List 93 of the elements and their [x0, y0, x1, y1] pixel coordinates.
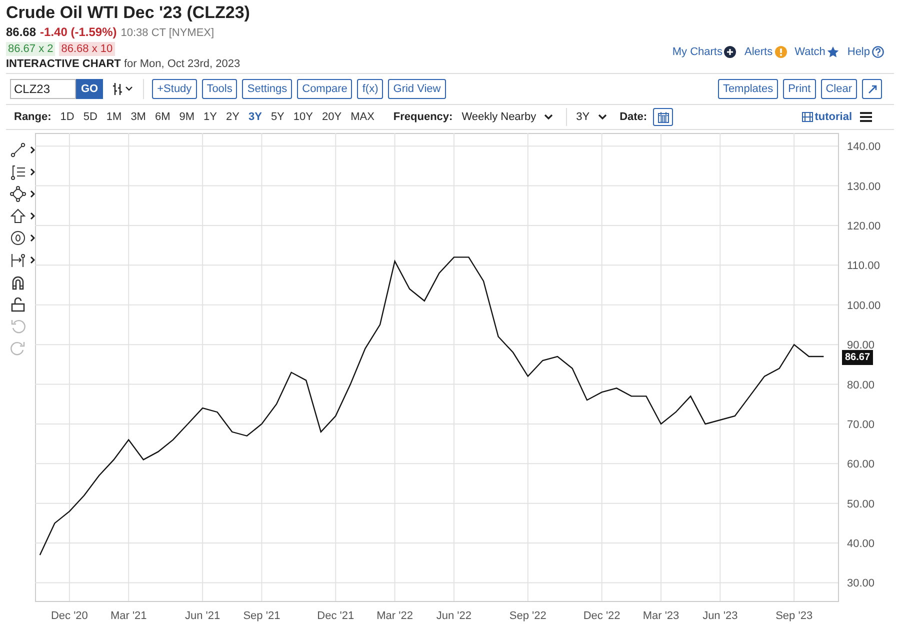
toolbar-button[interactable]: +Study — [152, 79, 197, 99]
symbol-field[interactable]: CLZ23 — [10, 79, 76, 99]
range-option[interactable]: 5D — [83, 108, 98, 126]
chevron-right-icon[interactable] — [30, 212, 35, 220]
range-option[interactable]: 1D — [60, 108, 74, 126]
toolbar-button[interactable]: Tools — [202, 79, 238, 99]
chevron-right-icon[interactable] — [30, 168, 35, 176]
calendar-icon — [658, 112, 669, 122]
axis-label: 60.00 — [847, 458, 875, 471]
calendar-button[interactable] — [653, 108, 674, 126]
price-tag: 86.67 — [842, 350, 874, 366]
toolbar-button[interactable]: Grid View — [388, 79, 446, 99]
chevron-right-icon[interactable] — [30, 146, 35, 154]
axis-label: 120.00 — [847, 220, 881, 232]
alert-icon — [774, 46, 787, 58]
expand-button[interactable] — [862, 79, 882, 99]
star-icon — [827, 46, 840, 58]
axis-label: Mar '21 — [110, 610, 147, 622]
expand-icon — [868, 84, 876, 94]
axis-label: Sep '22 — [509, 610, 546, 622]
fibonacci-tool-icon[interactable] — [10, 164, 26, 180]
axis-label: 100.00 — [847, 300, 881, 312]
axis-label: Dec '22 — [583, 610, 620, 622]
axis-label: 30.00 — [847, 578, 875, 590]
lock-icon[interactable] — [10, 296, 26, 312]
bid-quote: 86.67 x 2 — [6, 42, 56, 56]
tutorial-link[interactable]: tutorial — [802, 108, 852, 126]
help-icon — [872, 46, 884, 58]
toolbar-button[interactable]: Print — [783, 79, 816, 99]
header-link[interactable]: My Charts — [672, 44, 736, 60]
header-link[interactable]: Help — [847, 44, 884, 60]
chevron-down-icon — [544, 114, 554, 120]
range-label: Range: — [14, 110, 52, 125]
axis-label: Dec '21 — [317, 610, 354, 622]
axis-label: 70.00 — [847, 418, 875, 431]
range-option[interactable]: 2Y — [226, 108, 240, 126]
frequency-label: Frequency: — [393, 110, 453, 125]
toolbar-button[interactable]: f(x) — [357, 79, 384, 99]
circle-tool-icon[interactable] — [10, 230, 26, 246]
axis-label: Jun '21 — [184, 610, 220, 622]
menu-icon[interactable] — [860, 112, 872, 122]
chart-heading: INTERACTIVE CHART for Mon, Oct 23rd, 2023 — [6, 57, 242, 72]
range-option[interactable]: 6M — [154, 108, 170, 126]
last-price: 86.68 — [6, 24, 36, 40]
range-option[interactable]: 20Y — [322, 108, 342, 126]
toolbar-button[interactable]: Templates — [718, 79, 778, 99]
range-option[interactable]: 3Y — [248, 108, 262, 126]
range-option[interactable]: 3M — [130, 108, 146, 126]
go-button[interactable]: GO — [76, 79, 104, 99]
line-tool-icon[interactable] — [10, 142, 26, 158]
chevron-right-icon[interactable] — [30, 234, 35, 242]
axis-label: 140.00 — [847, 141, 881, 154]
header-link[interactable]: Watch — [794, 44, 840, 60]
chevron-down-icon — [598, 114, 607, 120]
diamond-tool-icon[interactable] — [10, 186, 26, 202]
magnet-icon[interactable] — [10, 274, 26, 290]
axis-label: Mar '23 — [642, 610, 680, 622]
page-title: Crude Oil WTI Dec '23 (CLZ23) — [6, 2, 250, 24]
period-dropdown[interactable]: 3Y — [576, 108, 607, 126]
axis-label: 130.00 — [847, 180, 881, 193]
axis-label: 90.00 — [847, 340, 875, 352]
axis-label: 80.00 — [847, 379, 875, 392]
plus-circle-icon — [724, 46, 736, 58]
axis-label: Jun '23 — [702, 610, 738, 622]
range-option[interactable]: 1M — [106, 108, 122, 126]
range-option[interactable]: 5Y — [270, 108, 284, 126]
chart-type-icon[interactable] — [112, 82, 134, 96]
range-option[interactable]: MAX — [350, 108, 374, 126]
measure-tool-icon[interactable] — [10, 252, 26, 268]
film-icon — [802, 112, 813, 122]
arrow-up-icon[interactable] — [10, 208, 26, 224]
axis-label: 110.00 — [847, 260, 880, 272]
axis-label: Sep '23 — [776, 610, 813, 622]
price-change: -1.40 (-1.59%) — [40, 24, 117, 40]
axis-label: 50.00 — [847, 498, 875, 510]
frequency-dropdown[interactable]: Weekly Nearby — [462, 108, 558, 126]
header-link[interactable]: Alerts — [744, 44, 787, 60]
date-label: Date: — [620, 110, 648, 125]
axis-label: Sep '21 — [243, 610, 280, 622]
chevron-right-icon[interactable] — [30, 256, 35, 264]
quote-time: 10:38 CT [NYMEX] — [120, 26, 214, 41]
axis-label: Dec '20 — [50, 610, 88, 622]
toolbar-button[interactable]: Clear — [820, 79, 857, 99]
toolbar-button[interactable]: Settings — [242, 79, 292, 99]
range-option[interactable]: 10Y — [293, 108, 313, 126]
axis-label: Mar '22 — [376, 610, 413, 622]
axis-label: Jun '22 — [436, 610, 472, 622]
toolbar-button[interactable]: Compare — [297, 79, 352, 99]
range-option[interactable]: 9M — [179, 108, 195, 126]
axis-label: 40.00 — [847, 538, 875, 550]
chevron-right-icon[interactable] — [30, 190, 35, 198]
range-option[interactable]: 1Y — [204, 108, 217, 126]
ask-quote: 86.68 x 10 — [59, 42, 115, 56]
